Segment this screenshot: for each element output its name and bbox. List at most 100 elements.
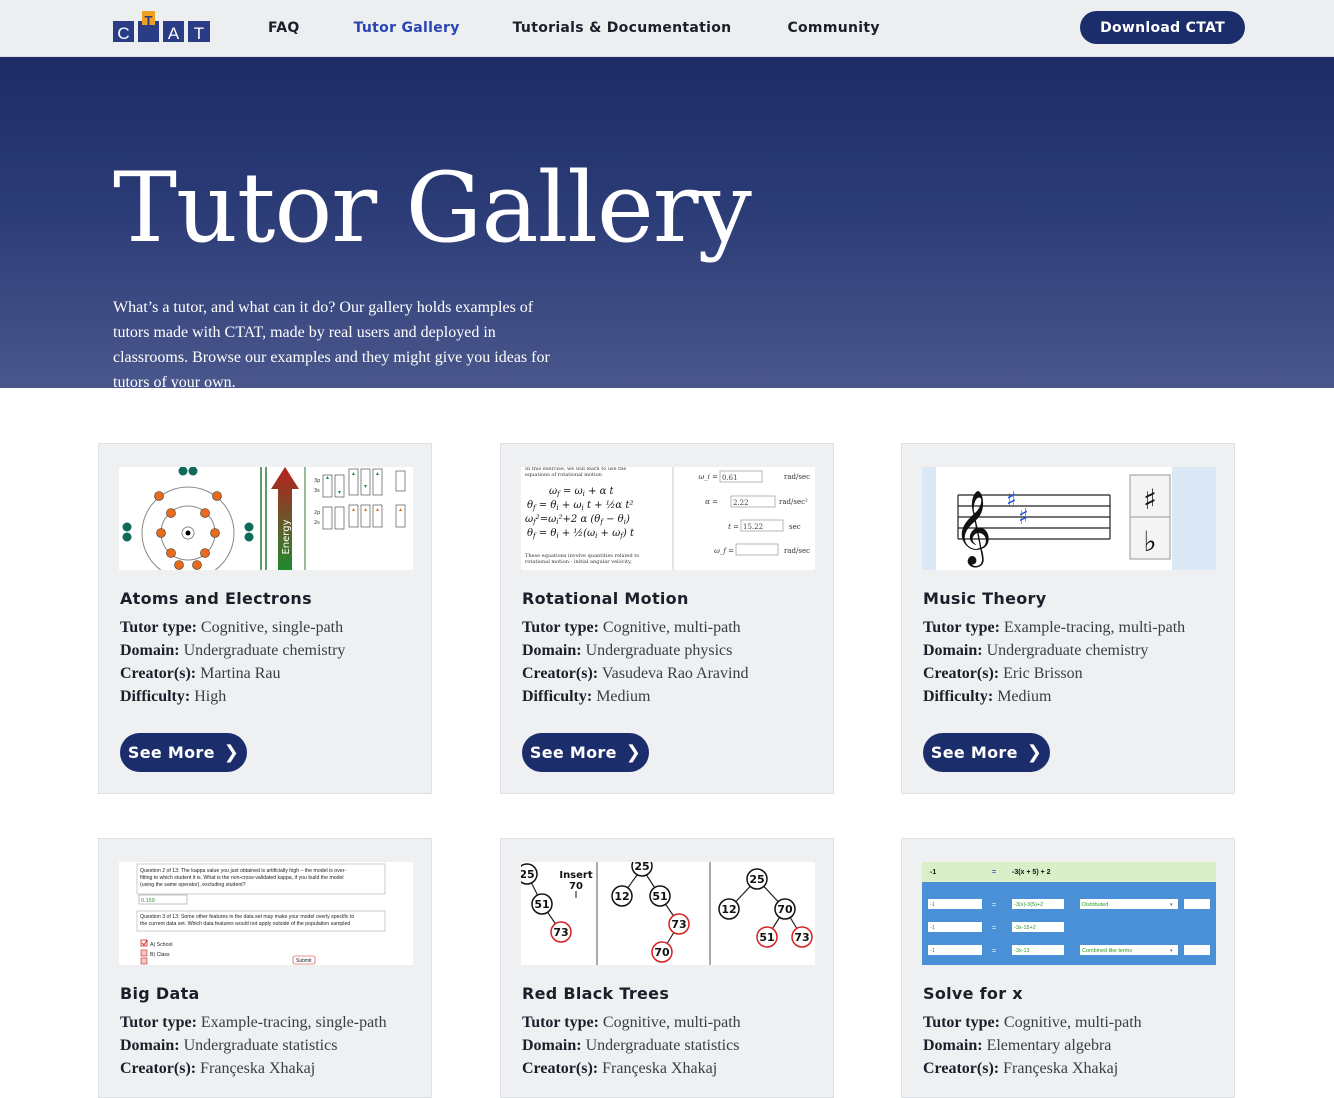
svg-text:rad/sec: rad/sec (784, 473, 810, 481)
svg-text:0.61: 0.61 (722, 474, 738, 482)
card-title: Red Black Trees (522, 984, 670, 1003)
page-title: Tutor Gallery (113, 152, 752, 264)
svg-text:73: 73 (553, 926, 568, 939)
svg-text:15.22: 15.22 (743, 523, 763, 531)
svg-text:-3(x + 5) + 2: -3(x + 5) + 2 (1012, 869, 1051, 876)
thumbnail-solve-for-x[interactable]: -1 = -3(x + 5) + 2 -1 -3(x)-3(5)+2 Distr… (922, 862, 1216, 965)
svg-text:♯: ♯ (1018, 505, 1029, 530)
tutor-card-solve-for-x: -1 = -3(x + 5) + 2 -1 -3(x)-3(5)+2 Distr… (901, 838, 1235, 1098)
svg-text:(using the same operator), exc: (using the same operator), excluding stu… (140, 882, 246, 888)
download-ctat-button[interactable]: Download CTAT (1080, 11, 1245, 44)
thumbnail-red-black-trees[interactable]: 25 51 73 25 12 51 73 70 25 12 70 51 73 Insert 70 (521, 862, 815, 965)
svg-text:51: 51 (534, 898, 549, 911)
difficulty-row: Difficulty: Medium (923, 688, 1052, 705)
thumbnail-music-theory[interactable]: 𝄞 ♯ ♯ ♯ ♭ (922, 467, 1216, 570)
nav-faq[interactable]: FAQ (268, 20, 300, 36)
svg-text:t =: t = (728, 523, 739, 531)
chevron-right-icon: ❯ (625, 742, 642, 763)
card-meta: Tutor type: Example-tracing, multi-path … (923, 616, 1233, 708)
thumbnail-big-data[interactable]: Question 2 of 13: The kappa value you ju… (119, 862, 413, 965)
svg-text:-1: -1 (930, 902, 935, 908)
svg-text:-3x-13: -3x-13 (1014, 948, 1030, 954)
svg-text:73: 73 (794, 931, 809, 944)
svg-text:-3(x)-3(5)+2: -3(x)-3(5)+2 (1014, 902, 1043, 908)
tutor-type-row: Tutor type: Cognitive, multi-path (522, 619, 741, 636)
see-more-button[interactable]: See More ❯ (120, 733, 247, 772)
svg-text:θf = θi + ωi t + ½α t²: θf = θi + ωi t + ½α t² (527, 500, 633, 512)
svg-text:rad/sec: rad/sec (784, 547, 810, 555)
svg-text:θf = θi + ½(ωi + ωf) t: θf = θi + ½(ωi + ωf) t (527, 528, 635, 540)
tutor-type-row: Tutor type: Example-tracing, multi-path (923, 619, 1186, 636)
card-title: Big Data (120, 984, 200, 1003)
svg-text:♭: ♭ (1143, 525, 1156, 558)
tutor-card-red-black-trees: 25 51 73 25 12 51 73 70 25 12 70 51 73 Insert 70… (500, 838, 834, 1098)
svg-text:fitting to which student it is: fitting to which student it is. What is … (140, 875, 344, 881)
creators-row: Creator(s): Françeska Xhakaj (923, 1060, 1119, 1077)
nav-links: FAQ Tutor Gallery Tutorials & Documentat… (268, 0, 934, 56)
svg-text:rotational motion - initial an: rotational motion - initial angular velo… (525, 559, 632, 565)
chevron-right-icon: ❯ (1026, 742, 1043, 763)
ctat-logo[interactable]: C T A T (113, 11, 210, 43)
svg-text:the current data set. Which da: the current data set. Which data feature… (140, 921, 350, 927)
creators-row: Creator(s): Françeska Xhakaj (120, 1060, 316, 1077)
svg-text:12: 12 (721, 903, 736, 916)
svg-text:A: A (168, 24, 180, 42)
card-title: Solve for x (923, 984, 1023, 1003)
domain-row: Domain: Undergraduate physics (522, 642, 733, 659)
difficulty-row: Difficulty: Medium (522, 688, 651, 705)
svg-text:A) School: A) School (150, 942, 173, 948)
nav-tutorials-documentation[interactable]: Tutorials & Documentation (513, 20, 732, 36)
svg-text:T: T (145, 13, 153, 28)
svg-text:2s: 2s (314, 520, 320, 526)
see-more-button[interactable]: See More ❯ (923, 733, 1050, 772)
see-more-button[interactable]: See More ❯ (522, 733, 649, 772)
domain-row: Domain: Undergraduate chemistry (120, 642, 346, 659)
svg-text:3s: 3s (314, 488, 320, 494)
svg-text:2.22: 2.22 (733, 499, 749, 507)
svg-text:ωf²=ωi²+2 α (θf − θi): ωf²=ωi²+2 α (θf − θi) (525, 514, 630, 526)
card-title: Music Theory (923, 589, 1047, 608)
svg-text:𝄞: 𝄞 (954, 491, 992, 568)
tutor-type-row: Tutor type: Cognitive, multi-path (923, 1014, 1142, 1031)
svg-text:25: 25 (521, 868, 535, 881)
tutor-card-rotational-motion: In this exercise, we will learn to use t… (500, 443, 834, 794)
nav-tutor-gallery[interactable]: Tutor Gallery (354, 20, 460, 36)
svg-text:ωf = ωi + α t: ωf = ωi + α t (549, 486, 615, 498)
domain-row: Domain: Undergraduate statistics (120, 1037, 338, 1054)
svg-text:70: 70 (654, 946, 670, 959)
energy-label: Energy (281, 519, 292, 554)
svg-text:equations of rotational motion: equations of rotational motion (525, 472, 603, 478)
nav-community[interactable]: Community (787, 20, 879, 36)
svg-text:♯: ♯ (1006, 488, 1017, 513)
svg-text:sec: sec (789, 523, 801, 531)
svg-text:73: 73 (671, 918, 686, 931)
svg-text:51: 51 (759, 931, 774, 944)
svg-text:=: = (992, 869, 996, 876)
svg-text:T: T (194, 24, 204, 42)
thumbnail-rotational-motion[interactable]: In this exercise, we will learn to use t… (521, 467, 815, 570)
svg-text:B) Class: B) Class (150, 952, 170, 958)
svg-text:α =: α = (705, 498, 718, 506)
svg-text:Question 3 of 13: Some other f: Question 3 of 13: Some other features in… (140, 914, 354, 920)
card-meta: Tutor type: Cognitive, multi-path Domain… (923, 1011, 1233, 1080)
hero-banner: Tutor Gallery What’s a tutor, and what c… (0, 57, 1334, 391)
svg-text:=: = (992, 925, 996, 932)
creators-row: Creator(s): Eric Brisson (923, 665, 1083, 682)
svg-text:0.159: 0.159 (141, 898, 155, 904)
svg-text:25: 25 (749, 873, 764, 886)
chevron-right-icon: ❯ (223, 742, 240, 763)
svg-text:ω_f =: ω_f = (714, 547, 734, 555)
svg-text:rad/sec²: rad/sec² (779, 498, 808, 506)
thumbnail-atoms[interactable]: Energy 3p 3s 2p 2s (119, 467, 413, 570)
svg-text:Question 2 of 13: The kappa va: Question 2 of 13: The kappa value you ju… (140, 868, 346, 874)
card-title: Atoms and Electrons (120, 589, 312, 608)
tutor-card-music-theory: 𝄞 ♯ ♯ ♯ ♭ Music Theory Tutor type: Examp… (901, 443, 1235, 794)
insert-label: Insert (559, 870, 593, 881)
svg-text:Submit: Submit (296, 958, 312, 964)
svg-text:-1: -1 (930, 869, 936, 876)
tutor-card-atoms: Energy 3p 3s 2p 2s Atoms and Electrons Tuto… (98, 443, 432, 794)
svg-text:-3x-15+2: -3x-15+2 (1014, 925, 1036, 931)
insert-value: 70 (569, 881, 583, 892)
svg-text:Combined like terms: Combined like terms (1082, 948, 1132, 954)
creators-row: Creator(s): Vasudeva Rao Aravind (522, 665, 749, 682)
